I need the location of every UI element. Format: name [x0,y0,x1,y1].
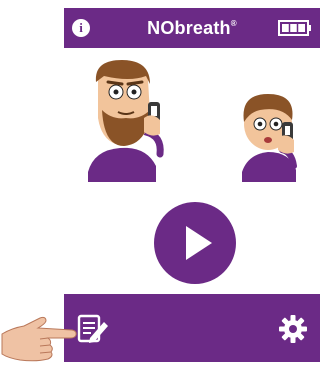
child-character [242,94,297,182]
characters-illustration [88,60,297,182]
pointing-hand-icon [1,316,77,362]
top-bar: i NObreath® [64,8,320,48]
battery-icon [278,20,311,36]
play-button[interactable] [154,202,236,284]
adult-character [88,60,164,182]
notes-edit-icon[interactable] [76,314,110,344]
play-icon [186,226,212,260]
bottom-bar [64,294,320,362]
nobreath-app: i NObreath® [64,8,320,362]
gear-icon[interactable] [278,314,308,344]
registered-mark: ® [230,19,237,28]
